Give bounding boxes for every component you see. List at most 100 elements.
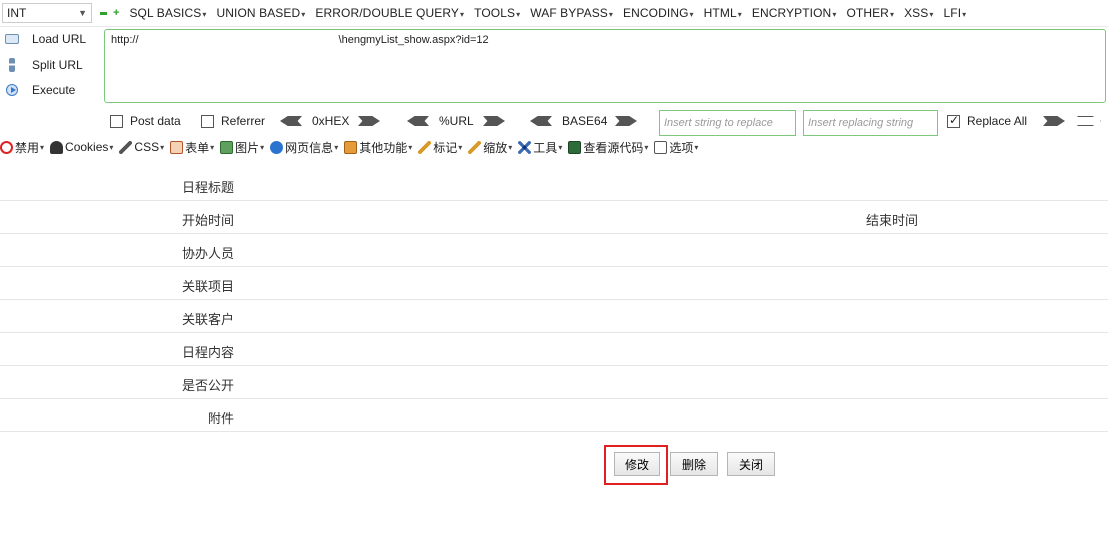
image-icon: [220, 140, 234, 154]
menu-waf-bypass[interactable]: WAF BYPASS: [530, 6, 613, 20]
toolbar-forms-label: 表单: [185, 140, 210, 155]
split-url-icon: [4, 57, 20, 73]
form-row-attachment: 附件: [0, 399, 1108, 432]
related-project-label: 关联项目: [181, 279, 234, 294]
options-icon: [654, 140, 668, 154]
minus-icon[interactable]: [100, 11, 107, 15]
form-row-title: 日程标题: [0, 168, 1108, 201]
toolbar-css-label: CSS: [134, 140, 160, 154]
url-textarea[interactable]: http:// \hengmyList_show.aspx?id=12: [104, 29, 1106, 103]
toolbar-resize-label: 缩放: [483, 140, 508, 155]
schedule-title-label: 日程标题: [181, 180, 234, 195]
start-time-label: 开始时间: [181, 213, 234, 228]
form-row-public: 是否公开: [0, 366, 1108, 399]
end-time-label: 结束时间: [866, 213, 919, 228]
post-data-checkbox[interactable]: [110, 114, 123, 128]
injection-type-value: INT: [7, 6, 27, 20]
assistants-label: 协办人员: [181, 246, 234, 261]
hex-label: 0xHEX: [312, 114, 350, 128]
hackbar-actions: Load URL Split URL Execute: [0, 28, 100, 104]
toolbar-misc[interactable]: 其他功能: [344, 139, 412, 156]
replacing-string-input[interactable]: Insert replacing string: [803, 110, 938, 136]
replace-all-checkbox[interactable]: [947, 113, 960, 128]
tools-icon: [518, 140, 532, 154]
load-url-icon: [4, 31, 20, 47]
load-url-label: Load URL: [32, 32, 87, 46]
toolbar-view-source-label: 查看源代码: [583, 140, 644, 155]
schedule-detail-form: 日程标题 开始时间 结束时间 协办人员 关联项目 关联客户 日程内容 是否公开 …: [0, 168, 1108, 432]
menu-tools[interactable]: TOOLS: [474, 6, 520, 20]
referrer-checkbox[interactable]: [201, 114, 214, 128]
replace-string-input[interactable]: Insert string to replace: [659, 110, 796, 136]
execute-button[interactable]: Execute: [4, 80, 75, 100]
form-buttons: 修改 删除 关闭: [0, 440, 1108, 490]
menu-error-double-query[interactable]: ERROR/DOUBLE QUERY: [315, 6, 464, 20]
menu-other[interactable]: OTHER: [846, 6, 894, 20]
post-data-option[interactable]: Post data: [110, 114, 181, 128]
resize-pencil-icon: [468, 140, 482, 154]
web-developer-toolbar: 禁用 Cookies CSS 表单 图片 网页信息 其他功能 标记 缩放 工具 …: [0, 137, 1108, 157]
plus-icon[interactable]: +: [113, 7, 119, 19]
split-url-button[interactable]: Split URL: [4, 55, 83, 75]
pencil-icon: [119, 140, 133, 154]
base64-encode-arrow-icon[interactable]: [615, 116, 637, 126]
replace-back-arrow-icon[interactable]: [1077, 116, 1101, 126]
source-icon: [568, 140, 582, 154]
injection-type-select[interactable]: INT ▼: [2, 3, 92, 23]
toolbar-outline[interactable]: 标记: [418, 139, 462, 156]
toolbar-tools[interactable]: 工具: [518, 139, 562, 156]
menu-html[interactable]: HTML: [704, 6, 742, 20]
url-prefix: http://: [111, 34, 139, 46]
toolbar-disable[interactable]: 禁用: [0, 139, 44, 156]
replace-all-option[interactable]: Replace All: [947, 113, 1028, 128]
menu-encryption[interactable]: ENCRYPTION: [752, 6, 837, 20]
outline-pencil-icon: [418, 140, 432, 154]
toolbar-forms[interactable]: 表单: [170, 139, 214, 156]
menu-xss[interactable]: XSS: [904, 6, 933, 20]
replace-all-label: Replace All: [967, 114, 1028, 128]
toolbar-resize[interactable]: 缩放: [468, 139, 512, 156]
replace-arrow-icon[interactable]: [1043, 116, 1065, 126]
misc-icon: [344, 140, 358, 154]
form-row-project: 关联项目: [0, 267, 1108, 300]
user-icon: [50, 140, 64, 154]
split-url-label: Split URL: [32, 58, 83, 72]
form-icon: [170, 140, 184, 154]
menu-lfi[interactable]: LFI: [944, 6, 967, 20]
menu-sql-basics[interactable]: SQL BASICS: [129, 6, 206, 20]
url-encode-arrow-icon[interactable]: [483, 116, 505, 126]
base64-decode-arrow-icon[interactable]: [530, 116, 552, 126]
referrer-option[interactable]: Referrer: [201, 114, 265, 128]
toolbar-misc-label: 其他功能: [359, 140, 408, 155]
delete-button[interactable]: 删除: [670, 452, 718, 476]
schedule-content-label: 日程内容: [181, 345, 234, 360]
toolbar-tools-label: 工具: [533, 140, 558, 155]
toolbar-page-info[interactable]: 网页信息: [270, 139, 338, 156]
menu-union-based[interactable]: UNION BASED: [216, 6, 305, 20]
toolbar-cookies[interactable]: Cookies: [50, 140, 113, 154]
toolbar-options[interactable]: 选项: [654, 139, 698, 156]
toolbar-images[interactable]: 图片: [220, 139, 264, 156]
toolbar-disable-label: 禁用: [15, 140, 40, 155]
toolbar-page-info-label: 网页信息: [285, 140, 334, 155]
url-decode-arrow-icon[interactable]: [407, 116, 429, 126]
info-icon: [270, 140, 284, 154]
edit-button-highlight: [604, 445, 668, 485]
hex-decode-arrow-icon[interactable]: [280, 116, 302, 126]
url-suffix: \hengmyList_show.aspx?id=12: [338, 34, 489, 46]
hackbar-menubar: INT ▼ + SQL BASICS UNION BASED ERROR/DOU…: [0, 0, 1108, 27]
url-encode-label: %URL: [439, 114, 474, 128]
form-row-customer: 关联客户: [0, 300, 1108, 333]
toolbar-outline-label: 标记: [433, 140, 458, 155]
form-row-time: 开始时间 结束时间: [0, 201, 1108, 234]
toolbar-css[interactable]: CSS: [119, 140, 164, 154]
toolbar-view-source[interactable]: 查看源代码: [568, 139, 648, 156]
hex-encode-arrow-icon[interactable]: [358, 116, 380, 126]
base64-label: BASE64: [562, 114, 608, 128]
close-button[interactable]: 关闭: [727, 452, 775, 476]
menu-encoding[interactable]: ENCODING: [623, 6, 694, 20]
load-url-button[interactable]: Load URL: [4, 29, 86, 49]
form-row-content: 日程内容: [0, 333, 1108, 366]
toolbar-images-label: 图片: [235, 140, 260, 155]
post-data-label: Post data: [130, 114, 181, 128]
